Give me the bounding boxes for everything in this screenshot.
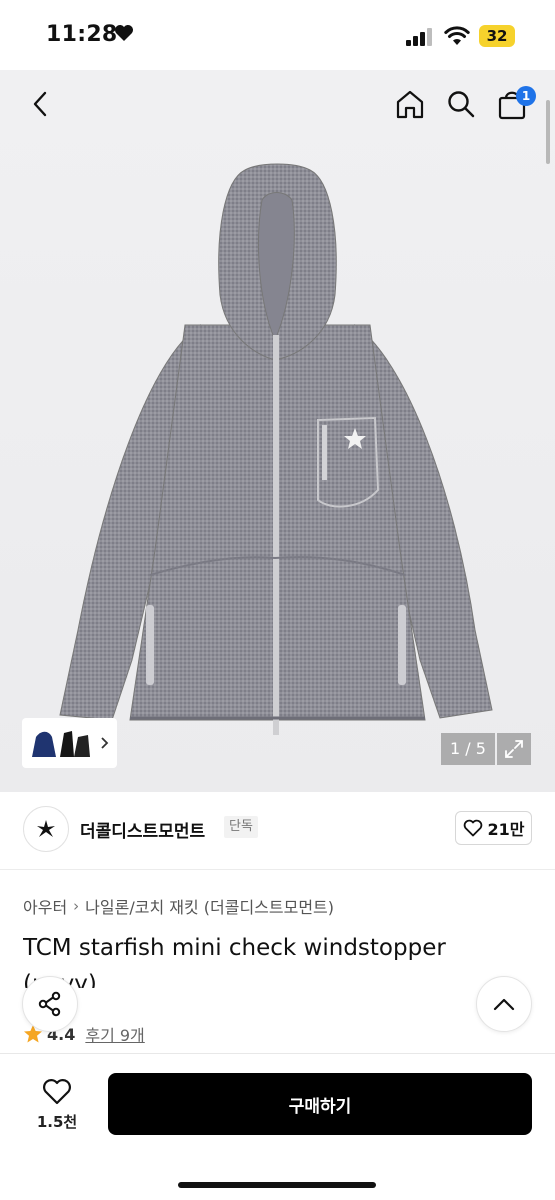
heart-icon	[463, 819, 482, 837]
breadcrumb-item[interactable]: 나일론/코치 재킷 (더콜디스트모먼트)	[85, 894, 334, 918]
share-icon	[38, 991, 61, 1017]
jacket-photo	[59, 163, 493, 735]
chevron-up-icon	[493, 998, 515, 1011]
color-variants-thumbnail	[26, 723, 96, 763]
home-icon	[396, 90, 424, 119]
expand-icon	[505, 740, 523, 758]
search-icon	[448, 91, 475, 118]
expand-image-button[interactable]	[497, 733, 531, 765]
buy-button[interactable]: 구매하기	[108, 1073, 532, 1135]
share-button[interactable]	[22, 976, 78, 1032]
reviews-link[interactable]: 후기 9개	[85, 1022, 144, 1046]
breadcrumb: 아우터 › 나일론/코치 재킷 (더콜디스트모먼트)	[23, 894, 334, 918]
back-button[interactable]	[20, 84, 60, 124]
color-thumbnail-strip[interactable]	[22, 718, 117, 768]
cart-button[interactable]: 1	[492, 84, 536, 124]
brand-row: 더콜디스트모먼트 단독 21만	[0, 792, 555, 870]
home-indicator	[178, 1182, 376, 1188]
heart-icon	[43, 1079, 71, 1105]
status-time: 11:28	[46, 22, 118, 47]
scroll-top-button[interactable]	[476, 976, 532, 1032]
search-button[interactable]	[441, 84, 481, 124]
wishlist-count: 1.5천	[36, 1113, 78, 1131]
brand-logo[interactable]	[23, 806, 69, 852]
wishlist-button[interactable]: 1.5천	[22, 1074, 92, 1136]
brand-like-count: 21만	[487, 820, 525, 839]
exclusive-badge: 단독	[224, 816, 258, 838]
scroll-indicator[interactable]	[546, 100, 550, 164]
heart-status-icon	[115, 25, 133, 41]
product-title: TCM starfish mini check windstopper (nav…	[23, 935, 446, 988]
wifi-icon	[444, 26, 470, 45]
product-image[interactable]	[0, 70, 555, 792]
status-bar: 11:28 32	[0, 0, 555, 70]
breadcrumb-separator-icon: ›	[73, 897, 80, 915]
breadcrumb-item[interactable]: 아우터	[23, 894, 67, 918]
cellular-signal-icon	[406, 28, 432, 46]
brand-name[interactable]: 더콜디스트모먼트	[80, 817, 205, 842]
chevron-left-icon	[33, 91, 47, 117]
home-button[interactable]	[390, 84, 430, 124]
cart-count-badge: 1	[516, 86, 536, 106]
brand-like-button[interactable]: 21만	[455, 811, 532, 845]
bottom-action-bar: 1.5천 구매하기	[0, 1053, 555, 1200]
image-counter: 1 / 5	[441, 733, 495, 765]
battery-indicator: 32	[479, 25, 515, 47]
starfish-logo-icon	[37, 820, 55, 837]
top-nav-bar: 1	[0, 70, 555, 140]
chevron-right-icon	[101, 737, 109, 749]
